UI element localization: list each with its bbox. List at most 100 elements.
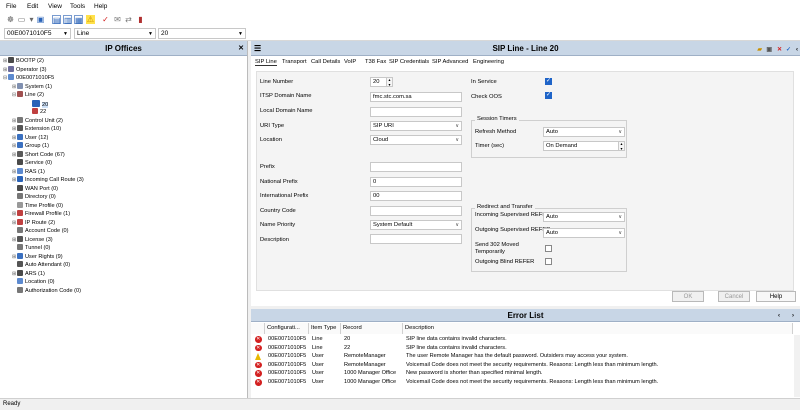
category-select[interactable]: Line ▼ (74, 28, 156, 39)
incoming-refer-select[interactable]: Auto ∨ (543, 212, 625, 222)
spinner-icon[interactable]: ▲ ▼ (386, 78, 392, 86)
device-select[interactable]: 00E0071010F5 ▼ (4, 28, 71, 39)
tree-item[interactable]: Tunnel (0) (17, 244, 50, 252)
tab-voip[interactable]: VoIP (344, 59, 356, 65)
tree-item[interactable]: ⊞ License (3) (12, 235, 53, 244)
name-priority-select[interactable]: System Default ∨ (370, 220, 462, 230)
tree-item[interactable]: ⊞ Firewall Profile (1) (12, 210, 70, 218)
menu-help[interactable]: Help (94, 3, 107, 10)
blind-refer-checkbox[interactable] (545, 258, 552, 265)
delete-icon[interactable]: ✕ (777, 43, 782, 58)
table-row[interactable]: ✕ 00E0071010F5 User 1000 Manager Office … (251, 378, 791, 387)
tree-item[interactable]: Auto Attendant (0) (17, 261, 70, 269)
tree-item[interactable]: Account Code (0) (17, 227, 69, 235)
column-header-config[interactable]: Configurati... (265, 323, 309, 334)
send-icon[interactable]: ✉ (113, 15, 122, 24)
tab-transport[interactable]: Transport (282, 59, 307, 65)
validate-icon[interactable]: ✓ (786, 43, 791, 58)
warning-icon[interactable]: ⚠ (86, 15, 95, 24)
table-row[interactable]: ✕ 00E0071010F5 User RemoteManager Voicem… (251, 361, 791, 370)
tree-item[interactable]: ⊞ Short Code (67) (12, 150, 65, 159)
validate-icon[interactable]: ✓ (101, 15, 110, 24)
local-domain-field[interactable] (370, 107, 462, 117)
tree-item[interactable]: ⊟ 00E0071010F5 (3, 74, 54, 82)
national-prefix-field[interactable]: 0 (370, 177, 462, 187)
tree-item[interactable]: ⊞ Extension (10) (12, 125, 61, 133)
tree-item[interactable]: ⊞ ARS (1) (12, 269, 45, 278)
tree-item[interactable]: WAN Port (0) (17, 184, 58, 193)
tab-t38-fax[interactable]: T38 Fax (365, 59, 386, 65)
in-service-checkbox[interactable] (545, 77, 552, 85)
tree-item[interactable]: ⊞ Group (1) (12, 142, 49, 150)
tree-item[interactable]: ⊞ Operator (3) (3, 65, 46, 74)
uri-type-select[interactable]: SIP URI ∨ (370, 121, 462, 131)
receive-icon[interactable]: ⇄ (124, 15, 133, 24)
tab-sip-credentials[interactable]: SIP Credentials (389, 59, 429, 65)
tree-item[interactable]: ⊞ Control Unit (2) (12, 116, 63, 125)
dropdown-icon[interactable]: ▾ (27, 15, 36, 24)
international-prefix-field[interactable]: 00 (370, 191, 462, 201)
tree-item[interactable]: ⊞ User Rights (9) (12, 252, 63, 261)
next-icon[interactable]: › (792, 310, 794, 323)
menu-edit[interactable]: Edit (27, 3, 38, 10)
tree-item[interactable]: Location (0) (17, 278, 55, 286)
tree-item[interactable]: Service (0) (17, 159, 52, 167)
menu-file[interactable]: File (6, 3, 16, 10)
outgoing-refer-select[interactable]: Auto ∨ (543, 228, 625, 238)
column-header-type[interactable]: Item Type (309, 323, 341, 334)
check-oos-checkbox[interactable] (545, 91, 552, 99)
tree-item[interactable]: Directory (0) (17, 193, 56, 201)
tree-item-selected[interactable]: 20 (32, 99, 49, 108)
error-list-scrollbar[interactable] (794, 335, 800, 397)
column-header-icon[interactable] (251, 323, 265, 334)
view-right-icon[interactable]: ▥ (63, 15, 72, 25)
itsp-domain-field[interactable]: fmc.stc.com.sa (370, 92, 462, 102)
ok-button[interactable]: OK (672, 291, 704, 302)
save-icon[interactable]: ▣ (36, 15, 45, 24)
line-number-field[interactable]: 20 ▲ ▼ (370, 77, 393, 87)
discover-icon[interactable]: ☸ (6, 15, 15, 24)
table-row[interactable]: ✕ 00E0071010F5 Line 20 SIP line data con… (251, 335, 791, 344)
tree-item[interactable]: ⊞ BOOTP (2) (3, 57, 44, 65)
open-icon[interactable]: ▭ (17, 15, 26, 24)
close-panel-icon[interactable]: ✕ (238, 41, 244, 56)
timer-field[interactable]: On Demand ▲ ▼ (543, 141, 625, 151)
menu-view[interactable]: View (48, 3, 62, 10)
tab-sip-advanced[interactable]: SIP Advanced (432, 59, 468, 65)
column-header-record[interactable]: Record (341, 323, 403, 334)
table-row[interactable]: ✕ 00E0071010F5 User 1000 Manager Office … (251, 369, 791, 378)
prefix-field[interactable] (370, 162, 462, 172)
tree-item[interactable]: ⊞ IP Route (2) (12, 218, 55, 227)
tree-item[interactable]: ⊞ Incoming Call Route (3) (12, 176, 84, 184)
tab-call-details[interactable]: Call Details (311, 59, 340, 65)
refresh-method-select[interactable]: Auto ∨ (543, 127, 625, 137)
tree-item[interactable]: Authorization Code (0) (17, 286, 81, 295)
folder-icon[interactable]: ▰ (757, 43, 762, 58)
item-select[interactable]: 20 ▼ (158, 28, 246, 39)
tree-item[interactable]: ⊞ User (12) (12, 133, 48, 142)
tree-item[interactable]: ⊞ RAS (1) (12, 167, 45, 176)
column-header-description[interactable]: Description (403, 323, 793, 334)
spinner-icon[interactable]: ▲ ▼ (618, 142, 624, 150)
description-field[interactable] (370, 234, 462, 244)
location-select[interactable]: Cloud ∨ (370, 135, 462, 145)
country-code-field[interactable] (370, 206, 462, 216)
tab-engineering[interactable]: Engineering (473, 59, 504, 65)
view-list-icon[interactable]: ▦ (74, 15, 83, 25)
prev-icon[interactable]: ‹ (778, 310, 780, 323)
view-left-icon[interactable]: ▤ (52, 15, 61, 25)
prev-icon[interactable]: ‹ (796, 43, 798, 58)
tree-item[interactable]: ⊞ System (1) (12, 82, 52, 91)
cancel-button[interactable]: Cancel (718, 291, 750, 302)
table-row[interactable]: ✕ 00E0071010F5 Line 22 SIP line data con… (251, 344, 791, 353)
tree-item[interactable]: 22 (32, 108, 46, 116)
tree-item[interactable]: Time Profile (0) (17, 201, 63, 210)
send-302-checkbox[interactable] (545, 245, 552, 252)
menu-tools[interactable]: Tools (70, 3, 85, 10)
help-button[interactable]: Help (756, 291, 796, 302)
tree-item[interactable]: ⊟ Line (2) (12, 91, 44, 99)
export-icon[interactable]: ▮ (136, 15, 145, 24)
tab-sip-line[interactable]: SIP Line (255, 59, 277, 66)
menu-list-icon[interactable]: ☰ (254, 41, 261, 56)
table-row[interactable]: 00E0071010F5 User RemoteManager The user… (251, 352, 791, 361)
